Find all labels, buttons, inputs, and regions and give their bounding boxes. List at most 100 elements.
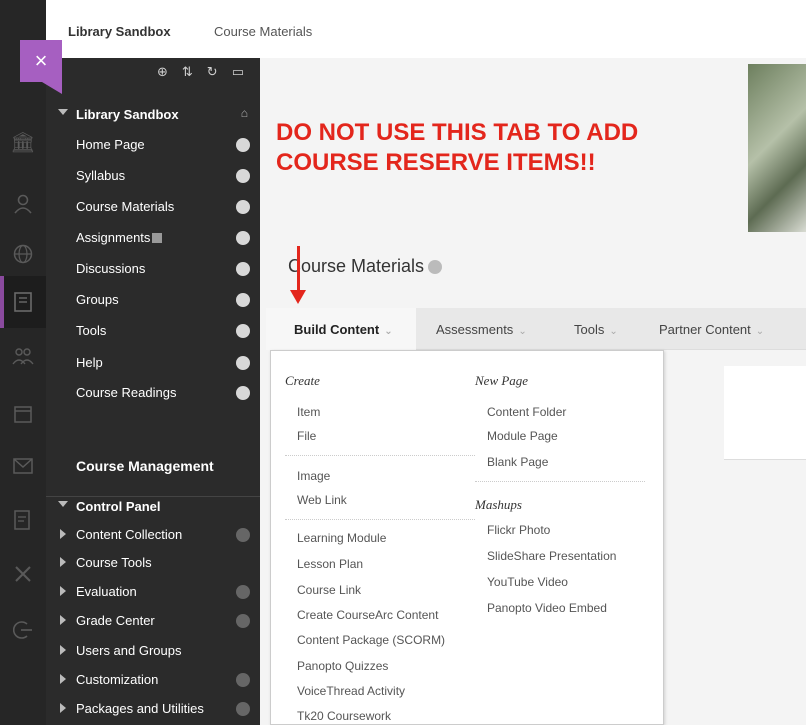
tab-tools[interactable]: Tools ⌄ bbox=[574, 322, 618, 337]
cp-item-content-collection[interactable]: Content Collection bbox=[46, 521, 260, 549]
tab-build-content[interactable]: Build Content ⌄ bbox=[294, 322, 393, 337]
folder-icon[interactable]: ▭ bbox=[232, 64, 244, 80]
menu-item-course-readings[interactable]: Course Readings bbox=[46, 378, 260, 408]
dd-item-module-page[interactable]: Module Page bbox=[487, 429, 558, 443]
top-bar: Library Sandbox Course Materials bbox=[46, 0, 806, 62]
dd-item-voicethread[interactable]: VoiceThread Activity bbox=[297, 684, 405, 698]
dd-separator bbox=[475, 481, 645, 482]
close-menu-button[interactable]: × bbox=[20, 40, 62, 94]
dd-item-youtube-video[interactable]: YouTube Video bbox=[487, 575, 568, 589]
sort-icon[interactable]: ⇅ bbox=[182, 64, 193, 80]
courses-icon[interactable] bbox=[7, 286, 39, 318]
dd-item-learning-module[interactable]: Learning Module bbox=[297, 531, 386, 545]
dd-item-web-link[interactable]: Web Link bbox=[297, 493, 347, 507]
logout-icon[interactable] bbox=[7, 614, 39, 646]
refresh-icon[interactable]: ↻ bbox=[207, 64, 218, 80]
cp-item-evaluation[interactable]: Evaluation bbox=[46, 578, 260, 606]
page-title: Course Materials bbox=[288, 256, 443, 277]
red-arrow-shaft bbox=[297, 246, 300, 294]
screen: 🏛 Library Sandbox Course Materials ⊕ ⇅ ↻… bbox=[0, 0, 806, 725]
arrow-circle-icon bbox=[236, 528, 250, 542]
dd-item-file[interactable]: File bbox=[297, 429, 316, 443]
person-icon[interactable] bbox=[7, 188, 39, 220]
expand-caret-icon bbox=[60, 645, 66, 655]
options-dot-icon[interactable] bbox=[236, 356, 250, 370]
dd-item-flickr-photo[interactable]: Flickr Photo bbox=[487, 523, 550, 537]
dd-item-panopto-quizzes[interactable]: Panopto Quizzes bbox=[297, 659, 388, 673]
chevron-down-icon: ⌄ bbox=[384, 326, 393, 337]
dd-item-course-link[interactable]: Course Link bbox=[297, 583, 361, 597]
calendar-icon[interactable] bbox=[7, 398, 39, 430]
menu-item-groups[interactable]: Groups bbox=[46, 285, 260, 315]
tools-icon[interactable] bbox=[7, 558, 39, 590]
menu-toolbar: ⊕ ⇅ ↻ ▭ bbox=[157, 64, 244, 80]
options-dot-icon[interactable] bbox=[236, 200, 250, 214]
dd-item-content-folder[interactable]: Content Folder bbox=[487, 405, 566, 419]
collapse-caret-icon bbox=[58, 501, 68, 507]
cp-item-grade-center[interactable]: Grade Center bbox=[46, 607, 260, 635]
dd-item-slideshare[interactable]: SlideShare Presentation bbox=[487, 549, 616, 563]
globe-icon[interactable] bbox=[7, 238, 39, 270]
create-heading: Create bbox=[285, 373, 320, 388]
options-dot-icon[interactable] bbox=[236, 324, 250, 338]
control-panel-header[interactable]: Control Panel bbox=[46, 492, 260, 522]
expand-caret-icon bbox=[60, 674, 66, 684]
dd-item-blank-page[interactable]: Blank Page bbox=[487, 455, 548, 469]
arrow-circle-icon bbox=[236, 585, 250, 599]
cp-item-course-tools[interactable]: Course Tools bbox=[46, 549, 260, 577]
course-management-title: Course Management bbox=[76, 458, 214, 474]
options-dot-icon[interactable] bbox=[236, 231, 250, 245]
dd-item-panopto-embed[interactable]: Panopto Video Embed bbox=[487, 601, 607, 615]
course-menu: ⊕ ⇅ ↻ ▭ Library Sandbox ⌂ Home Page Syll… bbox=[46, 58, 260, 725]
mail-icon[interactable] bbox=[7, 450, 39, 482]
action-bar: Build Content ⌄ Assessments ⌄ Tools ⌄ Partn… bbox=[266, 308, 806, 350]
page-options-icon[interactable] bbox=[428, 260, 443, 275]
options-dot-icon[interactable] bbox=[236, 386, 250, 400]
arrow-circle-icon bbox=[236, 614, 250, 628]
options-dot-icon[interactable] bbox=[236, 169, 250, 183]
breadcrumb-page[interactable]: Course Materials bbox=[214, 24, 312, 39]
collapse-caret-icon bbox=[58, 109, 68, 115]
chevron-down-icon: ⌄ bbox=[518, 326, 527, 337]
options-dot-icon[interactable] bbox=[236, 293, 250, 307]
dd-item-item[interactable]: Item bbox=[297, 405, 320, 419]
home-icon: ⌂ bbox=[240, 106, 248, 120]
breadcrumb-course[interactable]: Library Sandbox bbox=[68, 24, 171, 39]
left-icon-strip: 🏛 bbox=[0, 0, 46, 725]
dd-item-content-package[interactable]: Content Package (SCORM) bbox=[297, 633, 445, 647]
add-icon[interactable]: ⊕ bbox=[157, 64, 168, 80]
warning-annotation: DO NOT USE THIS TAB TO ADD COURSE RESERV… bbox=[276, 119, 639, 176]
new-page-heading: New Page bbox=[475, 373, 529, 388]
dd-item-lesson-plan[interactable]: Lesson Plan bbox=[297, 557, 363, 571]
options-dot-icon[interactable] bbox=[236, 138, 250, 152]
groups-icon[interactable] bbox=[7, 340, 39, 372]
menu-item-discussions[interactable]: Discussions bbox=[46, 254, 260, 284]
cp-item-packages-and-utilities[interactable]: Packages and Utilities bbox=[46, 695, 260, 723]
options-dot-icon[interactable] bbox=[236, 262, 250, 276]
menu-item-course-materials[interactable]: Course Materials bbox=[46, 192, 260, 222]
tab-assessments[interactable]: Assessments ⌄ bbox=[436, 322, 527, 337]
expand-caret-icon bbox=[60, 615, 66, 625]
tab-partner-content[interactable]: Partner Content ⌄ bbox=[659, 322, 764, 337]
expand-caret-icon bbox=[60, 586, 66, 596]
cp-item-customization[interactable]: Customization bbox=[46, 666, 260, 694]
menu-item-syllabus[interactable]: Syllabus bbox=[46, 161, 260, 191]
course-banner-image bbox=[748, 64, 806, 232]
dd-item-tk20[interactable]: Tk20 Coursework bbox=[297, 709, 391, 723]
dd-item-create-coursearc[interactable]: Create CourseArc Content bbox=[297, 608, 438, 622]
menu-item-assignments[interactable]: Assignments bbox=[46, 223, 260, 253]
grades-icon[interactable] bbox=[7, 504, 39, 536]
red-arrow-head-icon bbox=[290, 290, 306, 304]
dd-item-image[interactable]: Image bbox=[297, 469, 330, 483]
menu-item-tools[interactable]: Tools bbox=[46, 316, 260, 346]
dd-separator bbox=[285, 519, 475, 520]
expand-caret-icon bbox=[60, 557, 66, 567]
arrow-circle-icon bbox=[236, 702, 250, 716]
mashups-heading: Mashups bbox=[475, 497, 522, 512]
menu-item-help[interactable]: Help bbox=[46, 348, 260, 378]
expand-caret-icon bbox=[60, 529, 66, 539]
institution-icon[interactable]: 🏛 bbox=[7, 126, 39, 158]
menu-course-title[interactable]: Library Sandbox ⌂ bbox=[46, 100, 260, 130]
cp-item-users-and-groups[interactable]: Users and Groups bbox=[46, 637, 260, 665]
menu-item-home-page[interactable]: Home Page bbox=[46, 130, 260, 160]
